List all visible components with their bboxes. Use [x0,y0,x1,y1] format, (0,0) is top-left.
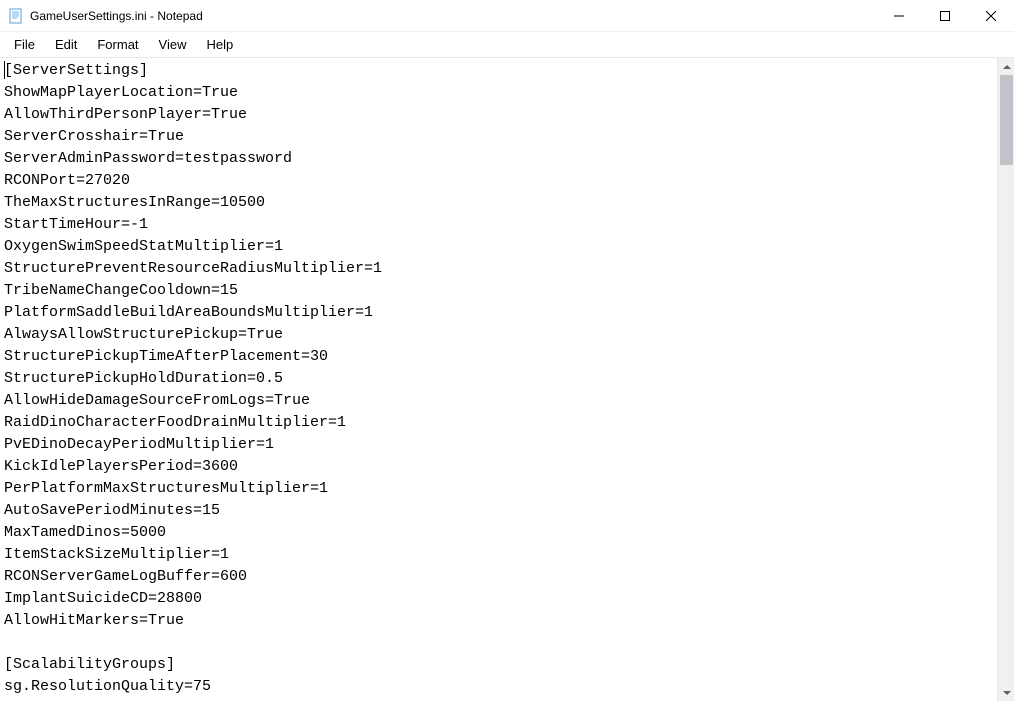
menu-view[interactable]: View [149,34,197,55]
scroll-thumb[interactable] [1000,75,1013,165]
menu-edit[interactable]: Edit [45,34,87,55]
maximize-button[interactable] [922,0,968,31]
window-controls [876,0,1014,31]
menubar: File Edit Format View Help [0,32,1014,58]
menu-file[interactable]: File [4,34,45,55]
vertical-scrollbar[interactable] [997,58,1014,701]
scroll-up-arrow-icon[interactable] [998,58,1014,75]
menu-format[interactable]: Format [87,34,148,55]
notepad-icon [8,8,24,24]
minimize-button[interactable] [876,0,922,31]
window-title: GameUserSettings.ini - Notepad [30,9,876,23]
scroll-down-arrow-icon[interactable] [998,684,1014,701]
editor-container: [ServerSettings] ShowMapPlayerLocation=T… [0,58,1014,701]
menu-help[interactable]: Help [196,34,243,55]
text-caret [4,61,5,79]
close-button[interactable] [968,0,1014,31]
titlebar[interactable]: GameUserSettings.ini - Notepad [0,0,1014,32]
text-editor[interactable]: [ServerSettings] ShowMapPlayerLocation=T… [0,58,997,701]
